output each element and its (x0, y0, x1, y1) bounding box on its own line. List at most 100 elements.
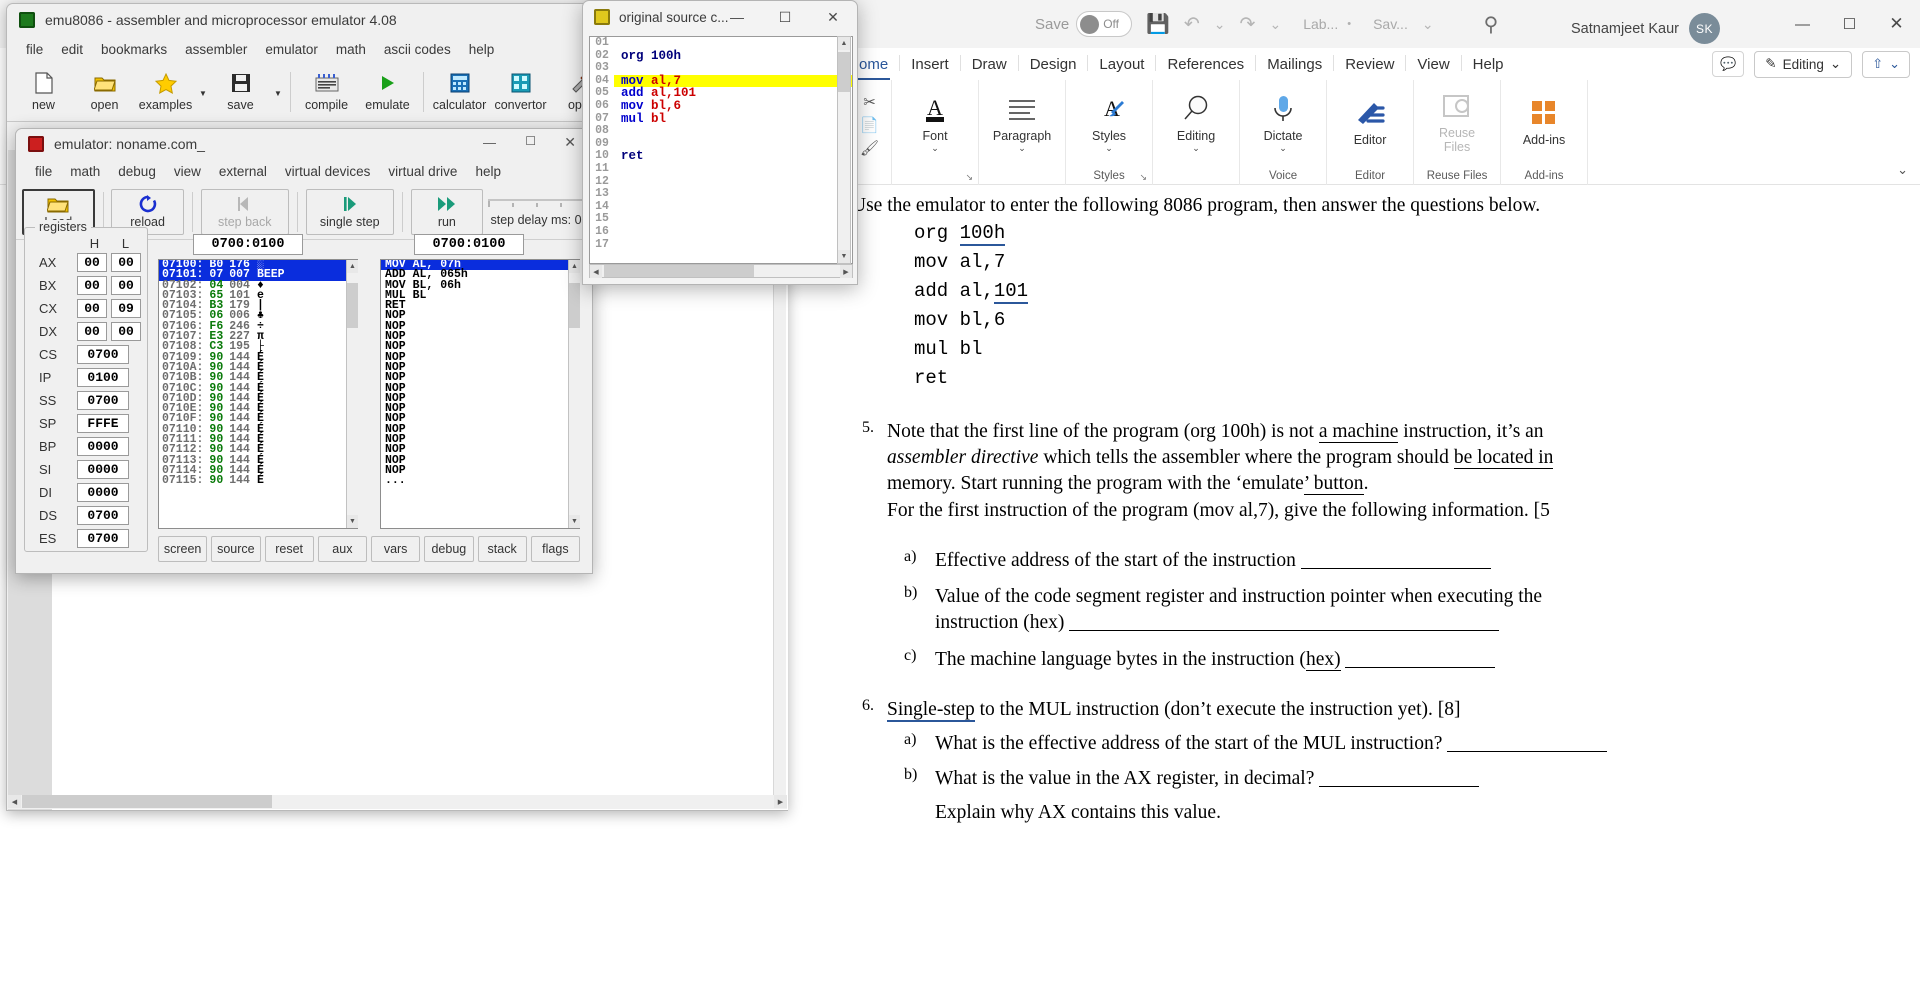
flags-button[interactable]: flags (530, 536, 580, 562)
chevron-down-icon[interactable]: ⌄ (931, 144, 939, 153)
register-bp-value[interactable]: 0000 (77, 437, 129, 456)
disassembly-row[interactable]: NOP (381, 372, 579, 384)
disassembly-row[interactable]: ... (381, 475, 579, 487)
disassembly-row[interactable]: NOP (381, 403, 579, 415)
styles-button[interactable]: A Styles ⌄ (1078, 91, 1140, 153)
source-horizontal-scrollbar[interactable]: ◀ ▶ (589, 264, 853, 278)
copy-icon[interactable]: 📄 (860, 116, 879, 134)
maximize-button[interactable]: ☐ (525, 134, 536, 148)
memory-address-field[interactable]: 0700:0100 (193, 234, 303, 255)
register-cx-low[interactable]: 09 (111, 299, 141, 318)
menu-help[interactable]: help (460, 39, 504, 60)
minimize-button[interactable]: — (713, 1, 761, 33)
memory-scrollbar[interactable]: ▲ ▼ (346, 260, 358, 528)
single-step-button[interactable]: single step (305, 188, 394, 235)
scissors-icon[interactable]: ✂ (863, 93, 876, 111)
aux-button[interactable]: aux (317, 536, 367, 562)
register-bx-high[interactable]: 00 (77, 276, 107, 295)
scroll-right-arrow[interactable]: ▶ (840, 265, 852, 278)
answer-blank[interactable] (1300, 567, 1491, 569)
menu-file[interactable]: file (26, 161, 61, 182)
editing-mode-button[interactable]: ✎ Editing ⌄ (1754, 50, 1853, 78)
menu-debug[interactable]: debug (109, 161, 165, 182)
slider-icon[interactable] (487, 197, 585, 209)
register-ax-high[interactable]: 00 (77, 253, 107, 272)
document-canvas[interactable]: Use the emulator to enter the following … (792, 185, 1920, 991)
scroll-thumb[interactable] (347, 283, 358, 328)
dialog-launcher-icon[interactable]: ↘ (966, 172, 974, 183)
editor-button[interactable]: Editor (1339, 95, 1401, 147)
compile-button[interactable]: compile (296, 64, 357, 120)
menu-virtual-drive[interactable]: virtual drive (379, 161, 466, 182)
disassembly-list[interactable]: MOV AL, 07h ADD AL, 065h MOV BL, 06h MUL BL… (380, 259, 580, 529)
dictate-button[interactable]: Dictate ⌄ (1252, 91, 1314, 153)
autosave-switch[interactable]: Off (1076, 11, 1133, 37)
menu-math[interactable]: math (327, 39, 375, 60)
redo-icon[interactable]: ↷ (1240, 13, 1256, 36)
register-cx-high[interactable]: 00 (77, 299, 107, 318)
debug-button[interactable]: debug (424, 536, 474, 562)
emulate-button[interactable]: emulate (357, 64, 418, 120)
menu-help[interactable]: help (466, 161, 510, 182)
paintbrush-icon[interactable]: 🖌 (860, 139, 879, 157)
collapse-ribbon-icon[interactable]: ⌄ (1897, 162, 1908, 178)
dropdown-arrow-icon[interactable]: ▼ (196, 64, 210, 120)
scroll-down-arrow[interactable]: ▼ (347, 515, 358, 528)
examples-button[interactable]: examples (135, 64, 196, 120)
register-di-value[interactable]: 0000 (77, 483, 129, 502)
dialog-launcher-icon[interactable]: ↘ (1140, 172, 1148, 183)
undo-icon[interactable]: ↶ (1184, 13, 1200, 36)
chevron-down-icon[interactable]: ⌄ (1018, 144, 1026, 153)
answer-blank[interactable] (1447, 751, 1608, 753)
vars-button[interactable]: vars (371, 536, 421, 562)
menu-ascii-codes[interactable]: ascii codes (375, 39, 460, 60)
register-es-value[interactable]: 0700 (77, 529, 129, 548)
customize-toolbar-icon[interactable]: ⌄ (1269, 16, 1281, 33)
run-button[interactable]: run (410, 188, 484, 235)
menu-external[interactable]: external (210, 161, 276, 182)
scroll-left-arrow[interactable]: ◀ (590, 265, 602, 278)
disassembly-row[interactable]: NOP (381, 465, 579, 477)
scroll-down-arrow[interactable]: ▼ (569, 515, 580, 528)
menu-edit[interactable]: edit (52, 39, 92, 60)
editing-button[interactable]: Editing ⌄ (1165, 91, 1227, 153)
minimize-button[interactable]: — (1779, 0, 1826, 48)
register-dx-high[interactable]: 00 (77, 322, 107, 341)
add-ins-button[interactable]: Add-ins (1513, 95, 1575, 147)
scroll-down-arrow[interactable]: ▼ (838, 250, 850, 263)
disassembly-row[interactable]: NOP (381, 454, 579, 466)
undo-dropdown-icon[interactable]: ⌄ (1214, 16, 1226, 33)
stack-button[interactable]: stack (477, 536, 527, 562)
menu-view[interactable]: view (165, 161, 210, 182)
scroll-up-arrow[interactable]: ▲ (347, 260, 358, 273)
source-code-text[interactable]: 01 02 org 100h 03 04 mov al,7 05 add al,101 06 mo… (589, 36, 853, 264)
minimize-button[interactable]: — (483, 135, 496, 150)
tab-mailings[interactable]: Mailings (1256, 56, 1333, 80)
font-button[interactable]: A Font ⌄ (904, 91, 966, 153)
disassembly-row[interactable]: NOP (381, 362, 579, 374)
share-button[interactable]: ⇧ ⌄ (1862, 50, 1910, 78)
memory-row[interactable]: 07115: 90 144 É (159, 475, 357, 487)
user-account[interactable]: Satnamjeet Kaur SK (1571, 13, 1720, 44)
tab-draw[interactable]: Draw (961, 56, 1018, 80)
original-source-window[interactable]: original source c... — ☐ ✕ 01 02 org 100h 0… (582, 0, 858, 285)
scroll-up-arrow[interactable]: ▲ (569, 260, 580, 273)
tab-layout[interactable]: Layout (1088, 56, 1155, 80)
register-ss-value[interactable]: 0700 (77, 391, 129, 410)
disassembly-row[interactable]: NOP (381, 331, 579, 343)
tab-insert[interactable]: Insert (900, 56, 960, 80)
tab-review[interactable]: Review (1334, 56, 1405, 80)
register-dx-low[interactable]: 00 (111, 322, 141, 341)
close-button[interactable]: ✕ (564, 134, 576, 151)
open-button[interactable]: open (74, 64, 135, 120)
register-ds-value[interactable]: 0700 (77, 506, 129, 525)
memory-dump-list[interactable]: 07100: B0 176 ░ 07101: 07 007 BEEP 07102: 04 004 ♦ 0… (158, 259, 358, 529)
calculator-button[interactable]: calculator (429, 64, 490, 120)
chevron-down-icon[interactable]: ⌄ (1192, 144, 1200, 153)
scroll-thumb[interactable] (838, 52, 850, 92)
hscroll-thumb[interactable] (604, 265, 754, 277)
menu-bookmarks[interactable]: bookmarks (92, 39, 176, 60)
disassembly-row[interactable]: NOP (381, 434, 579, 446)
reuse-files-button[interactable]: Reuse Files (1426, 88, 1488, 155)
menu-file[interactable]: file (17, 39, 52, 60)
